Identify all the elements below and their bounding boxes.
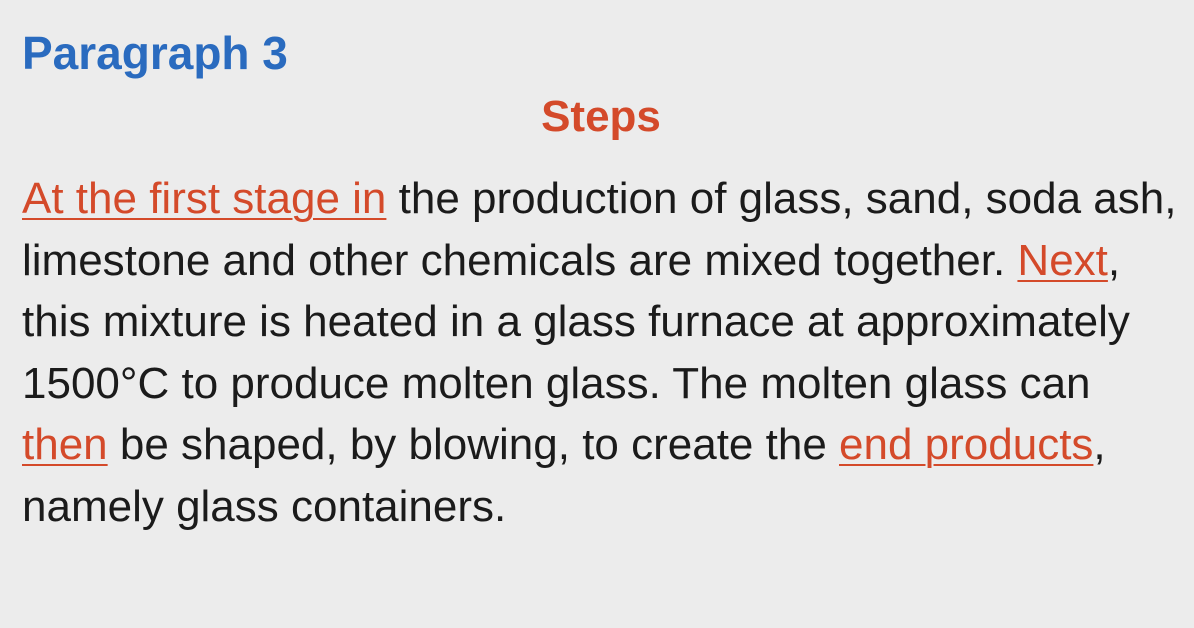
paragraph-body: At the first stage in the production of … (22, 168, 1182, 537)
sequence-marker-then: then (22, 420, 108, 469)
page-title: Paragraph 3 (22, 27, 288, 79)
slide: Paragraph 3 Steps At the first stage in … (0, 0, 1194, 628)
sequence-marker-end-products: end products (839, 420, 1094, 469)
paragraph-text: be shaped, by blowing, to create the (107, 420, 840, 469)
sequence-marker-next: Next (1017, 235, 1108, 285)
section-subtitle: Steps (541, 92, 661, 141)
sequence-marker-first-stage: At the first stage in (22, 174, 387, 223)
